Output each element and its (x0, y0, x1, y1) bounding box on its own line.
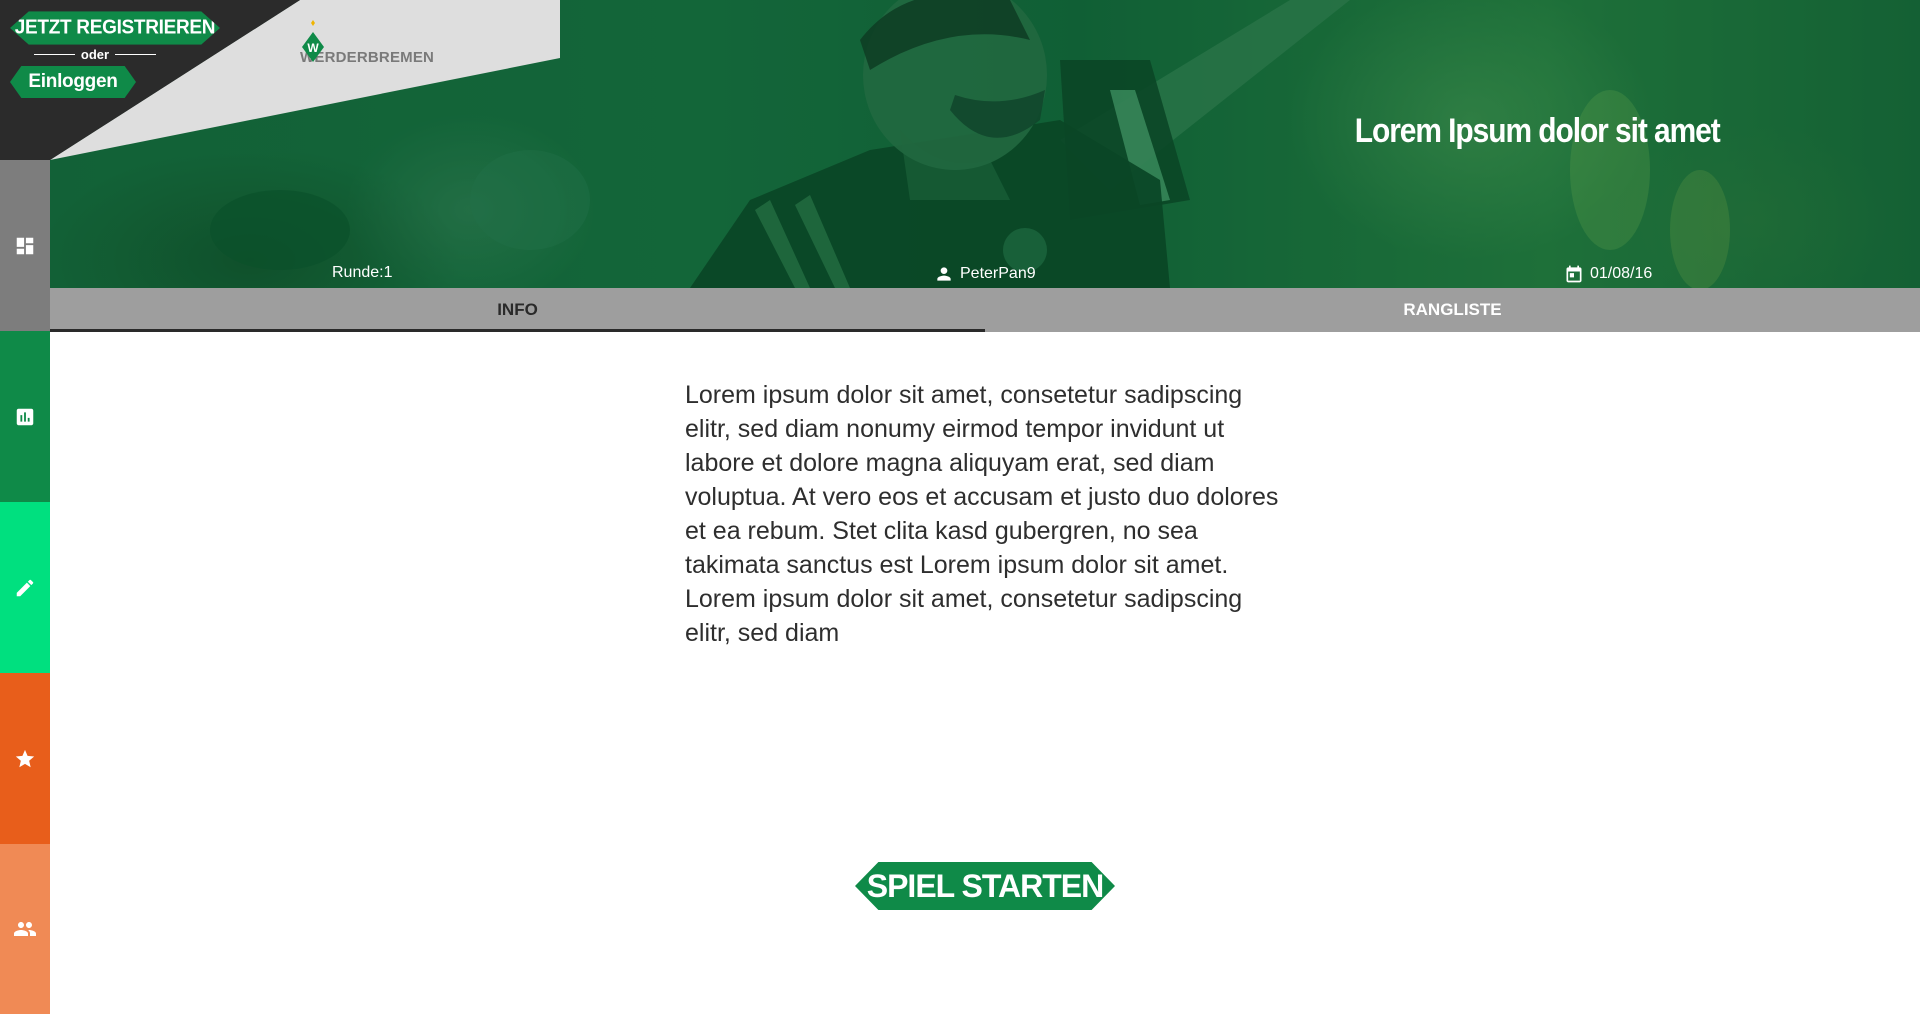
pencil-icon (16, 579, 34, 596)
logo-mark-letter: W (307, 41, 319, 55)
diamond-crest-icon: W (302, 20, 324, 62)
tab-rangliste[interactable]: RANGLISTE (985, 288, 1920, 332)
sidebar-item-favorites[interactable] (0, 673, 50, 844)
page-title: Lorem Ipsum dolor sit amet (1355, 112, 1721, 150)
round-label: Runde:1 (332, 264, 393, 282)
info-text: Lorem ipsum dolor sit amet, consetetur s… (685, 381, 1279, 647)
sidebar-item-stats[interactable] (0, 331, 50, 502)
tab-info[interactable]: INFO (50, 288, 985, 332)
sidebar-item-community[interactable] (0, 844, 50, 1014)
date-label: 01/08/16 (1564, 264, 1652, 284)
sidebar (0, 160, 50, 1014)
club-logo[interactable]: WERDER W BREMEN (300, 20, 460, 76)
login-button[interactable]: Einloggen (10, 66, 136, 98)
dashboard-icon (16, 237, 34, 254)
bar-chart-icon (16, 408, 34, 425)
date-text: 01/08/16 (1590, 265, 1653, 282)
start-game-button[interactable]: SPIEL STARTEN (855, 862, 1115, 910)
person-icon (937, 267, 951, 281)
group-icon (14, 922, 36, 936)
tab-bar: INFO RANGLISTE (50, 288, 1920, 332)
user-label: PeterPan9 (934, 264, 1036, 284)
round-text: Runde:1 (332, 264, 393, 281)
username-text: PeterPan9 (960, 265, 1036, 282)
sidebar-item-edit[interactable] (0, 502, 50, 673)
sidebar-item-dashboard[interactable] (0, 160, 50, 331)
logo-word-right: BREMEN (367, 48, 435, 66)
register-button[interactable]: JETZT REGISTRIEREN (10, 11, 220, 45)
calendar-icon (1566, 265, 1582, 283)
star-icon (15, 749, 35, 767)
